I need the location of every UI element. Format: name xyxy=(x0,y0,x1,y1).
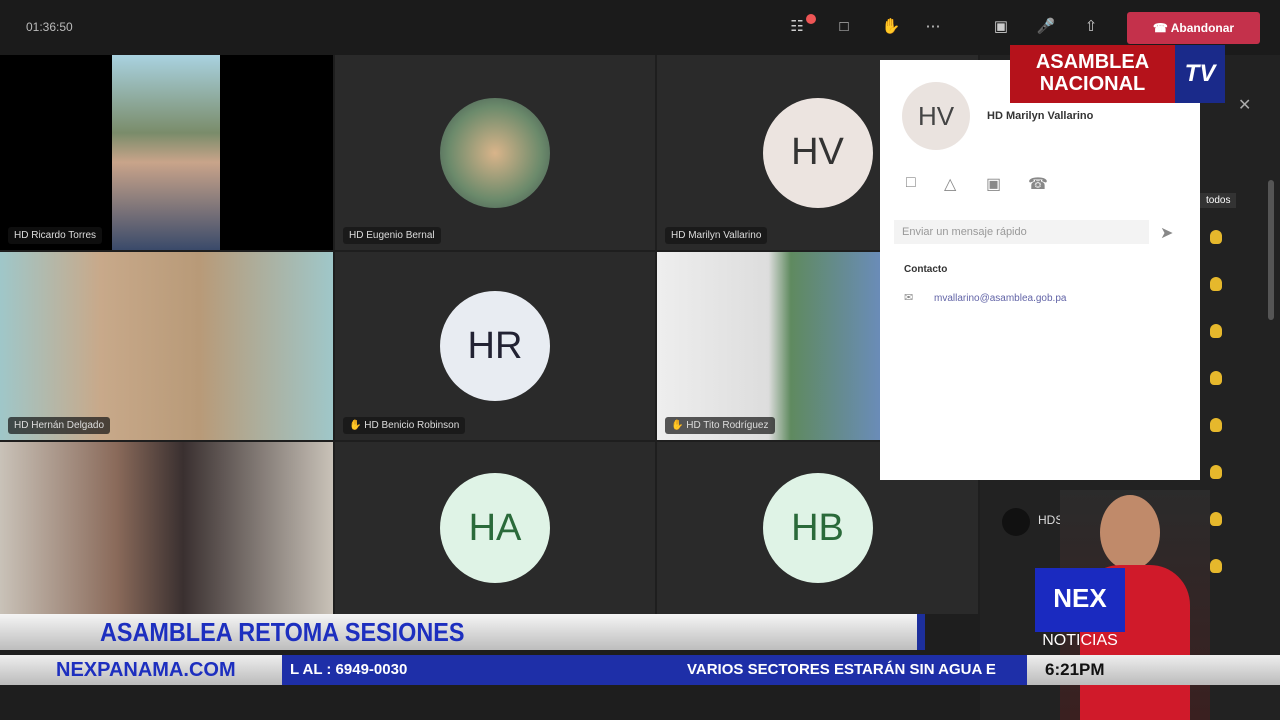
raise-hand-icon xyxy=(1210,324,1222,338)
raise-hand-icon xyxy=(1210,230,1222,244)
participant-name: HD Eugenio Bernal xyxy=(343,227,441,244)
close-icon[interactable]: ✕ xyxy=(1238,95,1251,115)
video-tile[interactable]: HD Eugenio Bernal xyxy=(335,55,655,250)
profile-name: HD Marilyn Vallarino xyxy=(987,110,1094,122)
participant-name: HD Hernán Delgado xyxy=(8,417,111,434)
org-chart-icon[interactable]: △ xyxy=(944,174,956,194)
raise-hand-icon xyxy=(1210,559,1222,573)
nex-logo: NEX xyxy=(1035,568,1125,632)
avatar: HV xyxy=(762,97,873,208)
website-label: NEXPANAMA.COM xyxy=(0,655,282,685)
participant-name-text: HD Tito Rodríguez xyxy=(686,420,769,431)
mute-all-button[interactable]: todos xyxy=(1200,193,1237,208)
participant-name: HD Ricardo Torres xyxy=(8,227,103,244)
interpreter-face xyxy=(1100,495,1160,570)
news-ticker: L AL : 6949-0030 VARIOS SECTORES ESTARÁN… xyxy=(282,655,1027,685)
quick-message-input[interactable]: Enviar un mensaje rápido xyxy=(894,220,1149,244)
broadcast-clock: 6:21PM xyxy=(1027,655,1280,685)
avatar: HB xyxy=(762,473,873,583)
avatar: HV xyxy=(902,82,970,150)
headline-bar: ASAMBLEA RETOMA SESIONES xyxy=(0,614,925,650)
logo-tv: TV xyxy=(1175,45,1225,103)
leave-button[interactable]: ☎ Abandonar xyxy=(1127,12,1260,44)
send-icon[interactable]: ➤ xyxy=(1160,223,1173,243)
profile-card: HV HD Marilyn Vallarino □ △ ▣ ☎ Enviar u… xyxy=(880,60,1200,480)
avatar xyxy=(1002,508,1030,536)
mic-icon[interactable]: 🎤 xyxy=(1035,16,1057,38)
raise-hand-icon xyxy=(1210,371,1222,385)
asamblea-tv-logo: ASAMBLEA NACIONAL TV xyxy=(1010,45,1225,105)
participant-name: ✋ HD Tito Rodríguez xyxy=(665,417,775,434)
share-icon[interactable]: ⇧ xyxy=(1080,16,1102,38)
headline-text: ASAMBLEA RETOMA SESIONES xyxy=(100,617,465,647)
video-tile[interactable] xyxy=(0,442,333,614)
video-tile[interactable]: HD Hernán Delgado xyxy=(0,252,333,440)
participant-video xyxy=(112,55,220,250)
notification-badge xyxy=(806,14,816,24)
leave-label: Abandonar xyxy=(1170,21,1235,35)
chat-icon[interactable]: □ xyxy=(833,16,855,38)
logo-line1: ASAMBLEA xyxy=(1035,51,1150,73)
logo-line2: NACIONAL xyxy=(1039,73,1146,95)
participant-name: HD Marilyn Vallarino xyxy=(665,227,768,244)
video-tile[interactable]: ✋ HD Tito Rodríguez xyxy=(657,252,880,440)
phone-icon[interactable]: ☎ xyxy=(1028,174,1048,194)
raise-hand-icon xyxy=(1210,465,1222,479)
video-call-icon[interactable]: ▣ xyxy=(986,174,1001,194)
raise-hand-icon xyxy=(1210,277,1222,291)
raise-hand-icon xyxy=(1210,512,1222,526)
raise-hand-icon xyxy=(1210,418,1222,432)
raise-hand-icon[interactable]: ✋ xyxy=(880,16,902,38)
scrollbar[interactable] xyxy=(1268,180,1274,320)
participant-video xyxy=(0,252,333,440)
more-icon[interactable]: ⋯ xyxy=(922,16,944,38)
video-tile[interactable]: HR ✋ HD Benicio Robinson xyxy=(335,252,655,440)
video-tile[interactable]: HD Ricardo Torres xyxy=(0,55,333,250)
mail-icon: ✉ xyxy=(904,292,914,304)
participant-name-text: HD Benicio Robinson xyxy=(364,420,460,431)
meeting-timer: 01:36:50 xyxy=(26,20,73,34)
participant-name: ✋ HD Benicio Robinson xyxy=(343,417,466,434)
participants-icon[interactable]: ☷ xyxy=(786,16,808,38)
nex-logo-subtitle: NOTICIAS xyxy=(1042,632,1118,649)
ticker-text: L AL : 6949-0030 xyxy=(290,661,408,678)
ticker-text: VARIOS SECTORES ESTARÁN SIN AGUA E xyxy=(687,661,996,678)
avatar: HA xyxy=(440,473,550,583)
participant-video xyxy=(657,252,880,440)
email-link[interactable]: mvallarino@asamblea.gob.pa xyxy=(934,293,1066,304)
chat-icon[interactable]: □ xyxy=(906,174,916,192)
participant-image xyxy=(440,97,550,208)
video-tile[interactable]: HA xyxy=(335,442,655,614)
avatar: HR xyxy=(440,291,550,401)
camera-icon[interactable]: ▣ xyxy=(990,16,1012,38)
contact-label: Contacto xyxy=(904,264,948,275)
participant-video xyxy=(0,442,333,614)
